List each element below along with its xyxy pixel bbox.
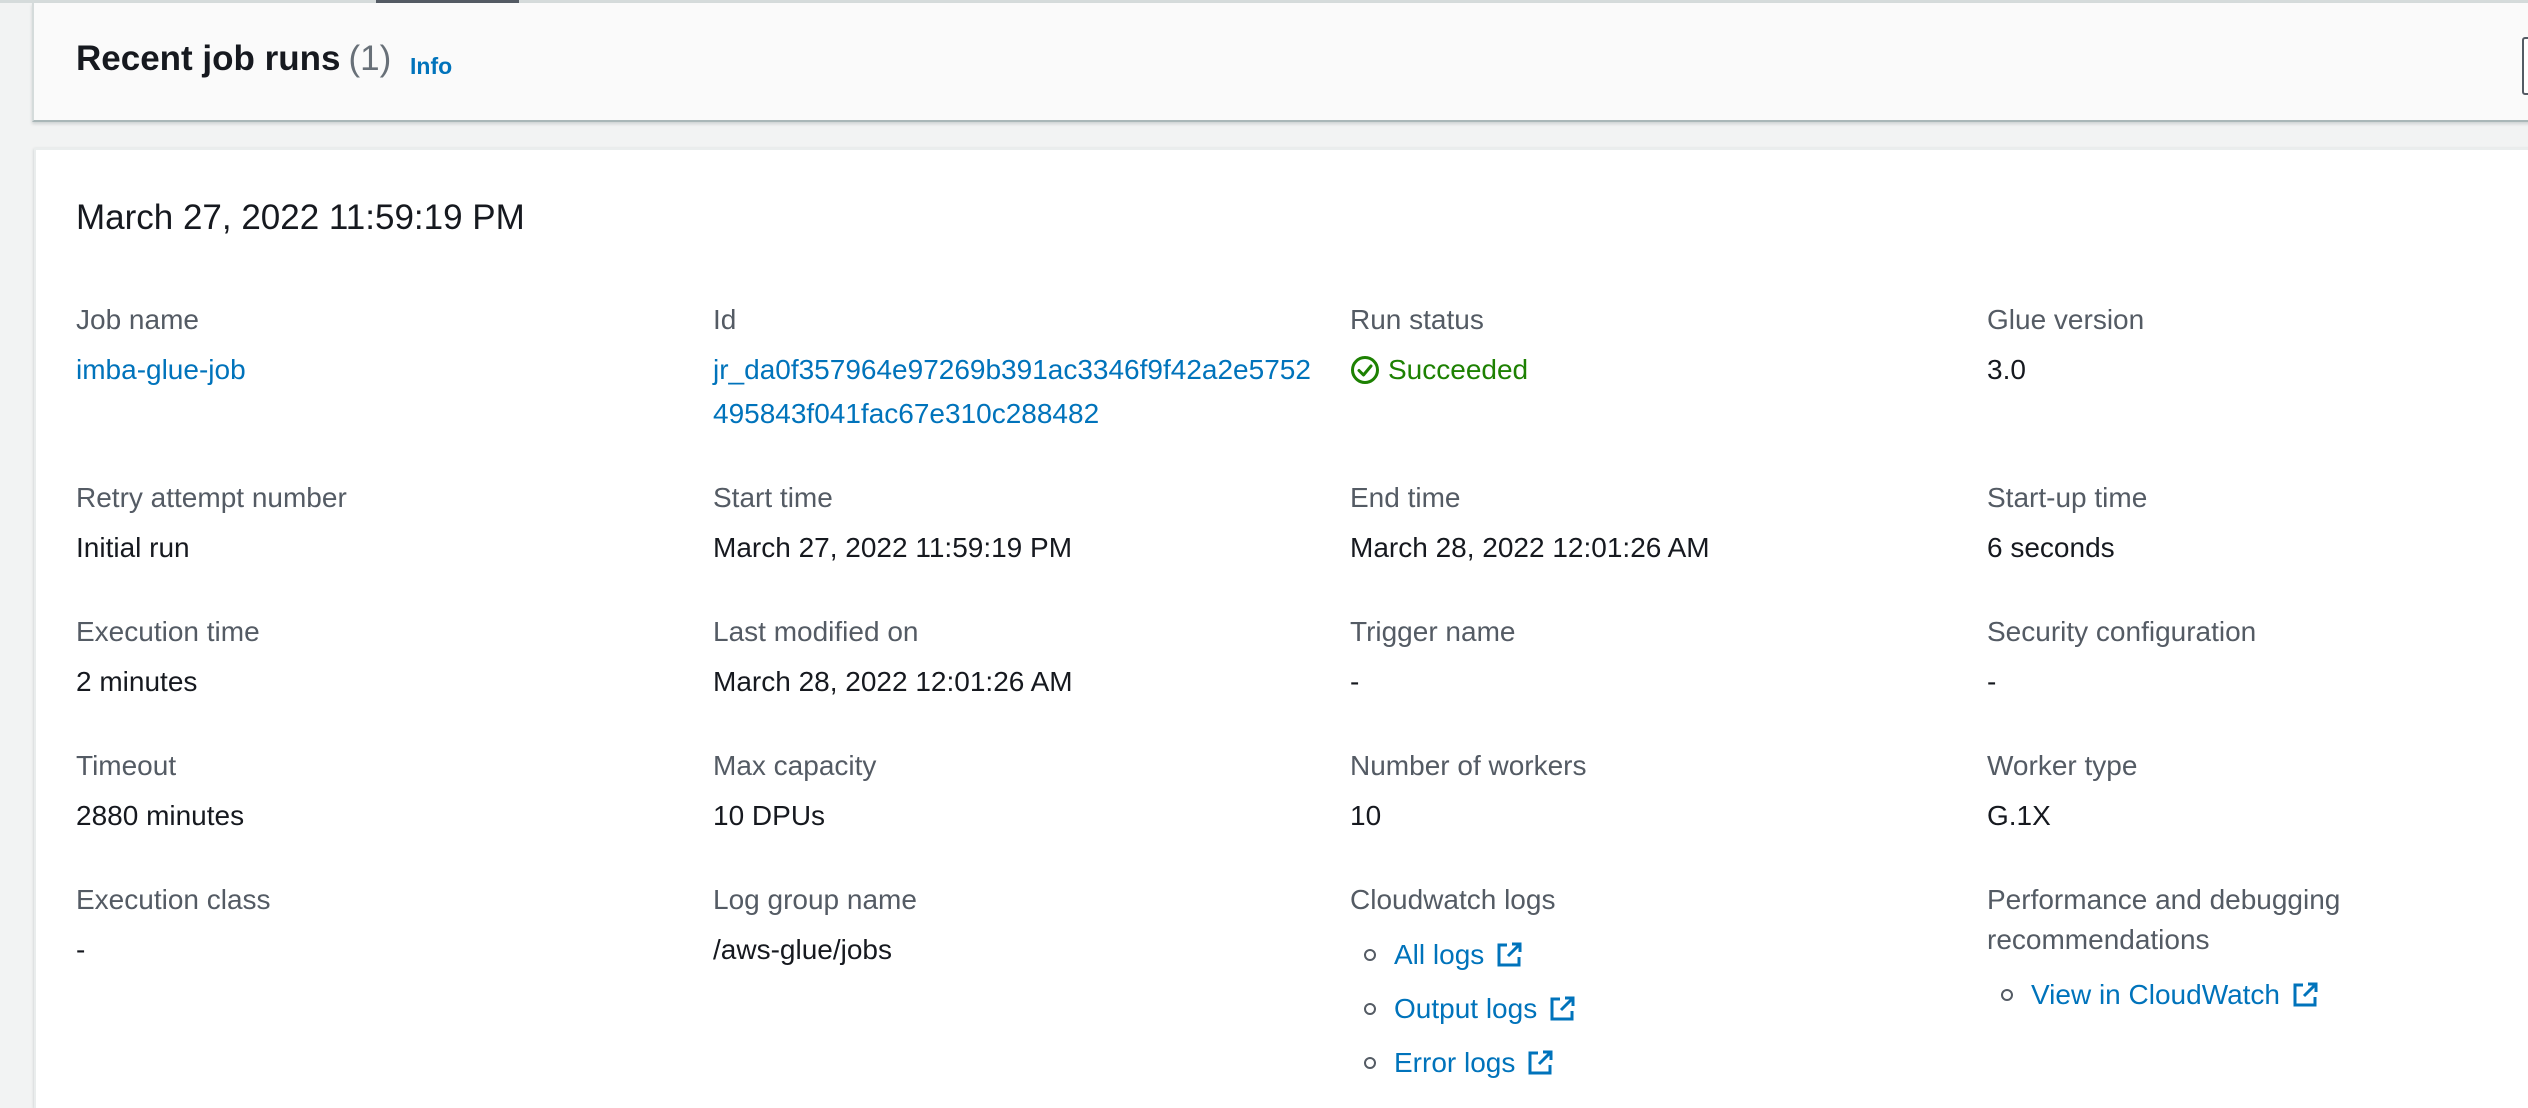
output-logs-link[interactable]: Output logs [1350,982,1950,1036]
external-link-icon [1497,942,1522,967]
start-time-value: March 27, 2022 11:59:19 PM [713,532,1073,563]
start-time-label: Start time [713,482,833,513]
id-label: Id [713,304,737,335]
external-link-icon [1550,996,1575,1021]
all-logs-link[interactable]: All logs [1350,928,1950,982]
field-security-config: Security configuration - [1987,612,2528,704]
view-in-cloudwatch-label: View in CloudWatch [2031,979,2281,1010]
max-capacity-label: Max capacity [713,750,877,781]
all-logs-label: All logs [1394,939,1485,970]
output-logs-label: Output logs [1394,993,1538,1024]
error-logs-label: Error logs [1394,1047,1516,1078]
view-in-cloudwatch-link[interactable]: View in CloudWatch [1987,968,2407,1022]
job-name-label: Job name [76,304,199,335]
glue-version-label: Glue version [1987,304,2145,335]
field-trigger-name: Trigger name - [1350,612,1950,704]
log-group-label: Log group name [713,884,917,915]
end-time-label: End time [1350,482,1461,513]
field-retry-attempt: Retry attempt number Initial run [76,478,676,570]
field-worker-type: Worker type G.1X [1987,746,2528,838]
field-startup-time: Start-up time 6 seconds [1987,478,2528,570]
run-status-label: Run status [1350,304,1484,335]
external-link-icon [2293,982,2318,1007]
log-group-value: /aws-glue/jobs [713,934,892,965]
retry-attempt-label: Retry attempt number [76,482,347,513]
field-execution-class: Execution class - [76,880,676,972]
field-log-group: Log group name /aws-glue/jobs [713,880,1313,972]
info-link[interactable]: Info [410,53,452,80]
max-capacity-value: 10 DPUs [713,800,826,831]
glue-version-value: 3.0 [1987,354,2026,385]
run-status-value: Succeeded [1388,354,1529,385]
execution-class-value: - [76,934,86,965]
field-glue-version: Glue version 3.0 [1987,300,2528,392]
page-title: Recent job runs (1) [76,39,391,79]
retry-attempt-value: Initial run [76,532,190,563]
run-count: (1) [348,39,392,78]
worker-type-value: G.1X [1987,800,2051,831]
field-start-time: Start time March 27, 2022 11:59:19 PM [713,478,1313,570]
page-title-text: Recent job runs [76,39,341,78]
field-job-name: Job name imba-glue-job [76,300,676,392]
run-title: March 27, 2022 11:59:19 PM [76,198,525,237]
recent-job-runs-header: Recent job runs (1) Info [32,3,2528,122]
check-circle-icon [1351,356,1379,384]
startup-time-value: 6 seconds [1987,532,2115,563]
execution-class-label: Execution class [76,884,271,915]
refresh-button[interactable] [2522,37,2528,95]
timeout-label: Timeout [76,750,177,781]
security-config-value: - [1987,666,1997,697]
worker-type-label: Worker type [1987,750,2138,781]
security-config-label: Security configuration [1987,616,2257,647]
end-time-value: March 28, 2022 12:01:26 AM [1350,532,1710,563]
field-last-modified: Last modified on March 28, 2022 12:01:26… [713,612,1313,704]
perf-debug-list: View in CloudWatch [1987,968,2407,1022]
perf-debug-label: Performance and debugging recommendation… [1987,884,2341,955]
cloudwatch-logs-label: Cloudwatch logs [1350,884,1556,915]
num-workers-value: 10 [1350,800,1382,831]
external-link-icon [1528,1050,1553,1075]
startup-time-label: Start-up time [1987,482,2148,513]
num-workers-label: Number of workers [1350,750,1587,781]
trigger-name-label: Trigger name [1350,616,1516,647]
field-timeout: Timeout 2880 minutes [76,746,676,838]
cloudwatch-logs-list: All logs Output logs Error logs [1350,928,1950,1090]
field-num-workers: Number of workers 10 [1350,746,1950,838]
field-execution-time: Execution time 2 minutes [76,612,676,704]
timeout-value: 2880 minutes [76,800,245,831]
error-logs-link[interactable]: Error logs [1350,1036,1950,1090]
field-cloudwatch-logs: Cloudwatch logs All logs Output logs Err… [1350,880,1950,1090]
field-id: Id jr_da0f357964e97269b391ac3346f9f42a2e… [713,300,1313,436]
field-end-time: End time March 28, 2022 12:01:26 AM [1350,478,1950,570]
bullet [2001,989,2013,1001]
job-name-link[interactable]: imba-glue-job [76,348,676,392]
field-run-status: Run status Succeeded [1350,300,1950,392]
bullet [1364,1057,1376,1069]
field-perf-debug: Performance and debugging recommendation… [1987,880,2407,1022]
execution-time-label: Execution time [76,616,260,647]
field-max-capacity: Max capacity 10 DPUs [713,746,1313,838]
status-badge: Succeeded [1350,348,1950,392]
trigger-name-value: - [1350,666,1360,697]
run-id-link[interactable]: jr_da0f357964e97269b391ac3346f9f42a2e575… [713,348,1313,436]
bullet [1364,949,1376,961]
last-modified-label: Last modified on [713,616,919,647]
job-run-detail: March 27, 2022 11:59:19 PM Job name imba… [34,148,2528,1108]
last-modified-value: March 28, 2022 12:01:26 AM [713,666,1073,697]
execution-time-value: 2 minutes [76,666,198,697]
bullet [1364,1003,1376,1015]
